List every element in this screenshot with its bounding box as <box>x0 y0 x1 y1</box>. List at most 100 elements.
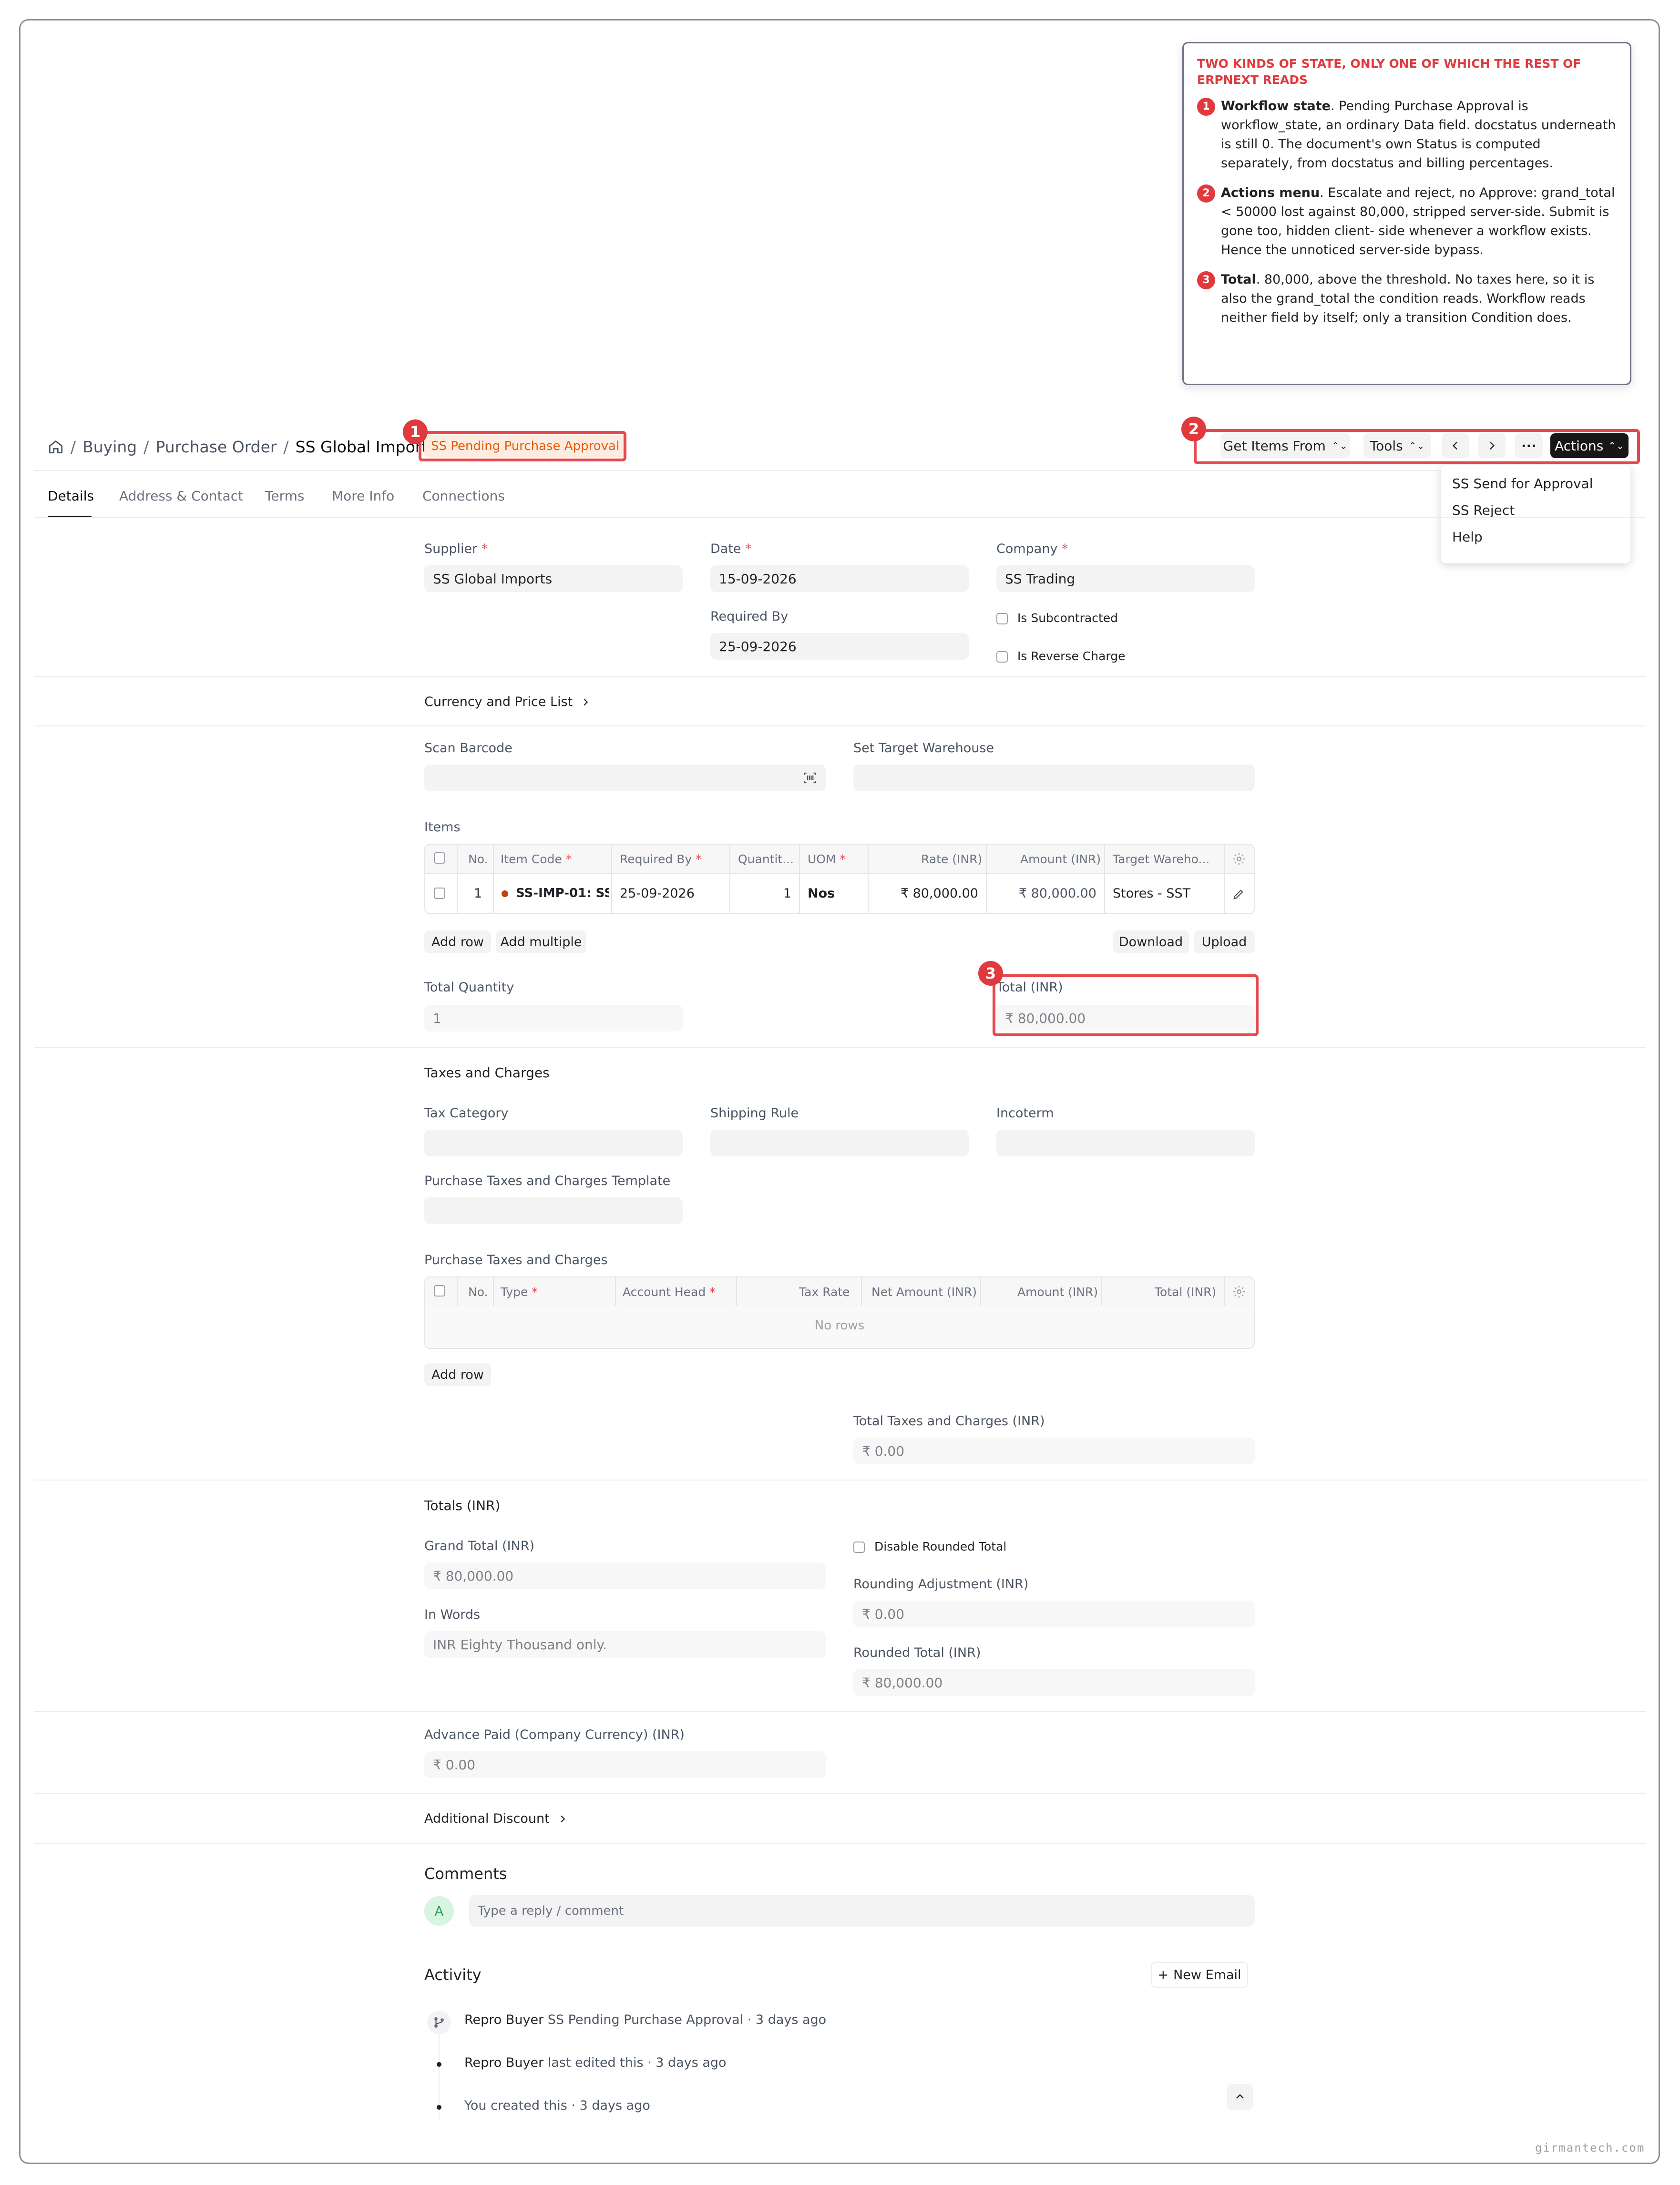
taxes-template-label: Purchase Taxes and Charges Template <box>424 1174 671 1188</box>
tax-col-tax-rate: Tax Rate <box>799 1285 850 1299</box>
home-icon[interactable] <box>48 439 64 455</box>
upload-button[interactable]: Upload <box>1194 930 1255 953</box>
col-quantity: Quantit... <box>738 852 794 866</box>
rounding-adjustment-field: ₹ 0.00 <box>853 1601 1255 1627</box>
chevron-right-icon <box>584 698 588 705</box>
company-field[interactable]: SS Trading <box>996 565 1255 592</box>
note-item-2: 2 Actions menu. Escalate and reject, no … <box>1197 184 1617 260</box>
watermark: girmantech.com <box>1535 2141 1645 2154</box>
row-rate[interactable]: ₹ 80,000.00 <box>868 883 978 904</box>
disable-rounded-total-checkbox[interactable] <box>853 1542 865 1553</box>
section-divider <box>34 1047 1646 1048</box>
col-sep <box>611 844 612 914</box>
tab-address-contact[interactable]: Address & Contact <box>119 488 243 504</box>
highlight-2 <box>1194 429 1640 464</box>
tax-category-input[interactable] <box>424 1130 683 1156</box>
col-sep <box>493 844 494 914</box>
comment-input[interactable]: Type a reply / comment <box>469 1895 1255 1927</box>
add-multiple-button[interactable]: Add multiple <box>496 930 586 953</box>
select-all-items-checkbox[interactable] <box>434 852 445 864</box>
row-warehouse[interactable]: Stores - SST <box>1113 883 1190 904</box>
currency-price-list-section[interactable]: Currency and Price List <box>424 694 591 709</box>
taxes-add-row-button[interactable]: Add row <box>424 1363 491 1386</box>
col-target-warehouse: Target Wareho... <box>1113 852 1210 866</box>
is-subcontracted-checkbox[interactable] <box>996 613 1008 624</box>
tab-details[interactable]: Details <box>48 488 94 504</box>
scroll-to-top-button[interactable] <box>1227 2084 1253 2110</box>
col-sep <box>457 1276 458 1306</box>
menu-item-help[interactable]: Help <box>1441 523 1630 550</box>
company-label: Company * <box>996 541 1068 556</box>
grand-total-label: Grand Total (INR) <box>424 1539 535 1553</box>
rounded-total-field: ₹ 80,000.00 <box>853 1669 1255 1696</box>
row-quantity[interactable]: 1 <box>729 883 791 904</box>
activity-title: Activity <box>424 1966 481 1984</box>
required-by-label: Required By <box>710 609 789 624</box>
col-sep <box>1104 844 1105 914</box>
total-quantity-field: 1 <box>424 1005 683 1031</box>
breadcrumb: / Buying / Purchase Order / SS Global Im… <box>48 434 436 459</box>
additional-discount-section[interactable]: Additional Discount <box>424 1811 568 1826</box>
note-badge-3: 3 <box>1197 271 1215 289</box>
shipping-rule-label: Shipping Rule <box>710 1106 799 1121</box>
settings-gear-icon[interactable] <box>1232 852 1246 868</box>
advance-paid-field: ₹ 0.00 <box>424 1751 826 1778</box>
scan-barcode-label: Scan Barcode <box>424 741 512 756</box>
tab-connections[interactable]: Connections <box>422 488 505 504</box>
col-amount: Amount (INR) <box>1020 852 1101 866</box>
grand-total-field: ₹ 80,000.00 <box>424 1562 826 1589</box>
download-button[interactable]: Download <box>1113 930 1189 953</box>
breadcrumb-separator: / <box>143 437 149 456</box>
totals-section-title: Totals (INR) <box>424 1498 501 1513</box>
activity-dot <box>437 2062 441 2067</box>
incoterm-input[interactable] <box>996 1130 1255 1156</box>
date-field[interactable]: 15-09-2026 <box>710 565 969 592</box>
shipping-rule-input[interactable] <box>710 1130 969 1156</box>
tax-category-label: Tax Category <box>424 1106 509 1121</box>
note-item-3: 3 Total. 80,000, above the threshold. No… <box>1197 270 1617 327</box>
settings-gear-icon[interactable] <box>1232 1285 1246 1301</box>
breadcrumb-buying[interactable]: Buying <box>82 438 137 456</box>
row-item-code[interactable]: SS-IMP-01: SS <box>516 883 609 904</box>
barcode-scan-icon[interactable] <box>803 771 817 785</box>
header-divider <box>34 470 1441 471</box>
supplier-field[interactable]: SS Global Imports <box>424 565 683 592</box>
breadcrumb-separator: / <box>71 437 76 456</box>
taxes-section-title: Taxes and Charges <box>424 1065 550 1081</box>
is-reverse-charge-checkbox[interactable] <box>996 651 1008 663</box>
comments-title: Comments <box>424 1865 507 1883</box>
taxes-template-input[interactable] <box>424 1197 683 1224</box>
scan-barcode-input[interactable] <box>424 765 826 791</box>
annotation-badge-1: 1 <box>403 419 428 444</box>
row-required-by[interactable]: 25-09-2026 <box>620 883 695 904</box>
in-words-label: In Words <box>424 1607 481 1622</box>
tab-terms[interactable]: Terms <box>265 488 304 504</box>
tab-more-info[interactable]: More Info <box>332 488 394 504</box>
tax-col-total: Total (INR) <box>1155 1285 1217 1299</box>
col-sep <box>799 844 800 914</box>
activity-entry: Repro Buyer last edited this · 3 days ag… <box>464 2055 727 2070</box>
rounded-total-label: Rounded Total (INR) <box>853 1645 981 1660</box>
row-indicator-dot <box>502 890 508 897</box>
set-target-warehouse-input[interactable] <box>853 765 1255 791</box>
new-email-button[interactable]: + New Email <box>1151 1962 1248 1988</box>
menu-item-send-for-approval[interactable]: SS Send for Approval <box>1441 470 1630 497</box>
breadcrumb-separator: / <box>283 437 289 456</box>
total-taxes-field: ₹ 0.00 <box>853 1438 1255 1464</box>
select-all-taxes-checkbox[interactable] <box>434 1285 445 1297</box>
total-taxes-label: Total Taxes and Charges (INR) <box>853 1414 1045 1429</box>
date-label: Date * <box>710 541 752 556</box>
required-by-field[interactable]: 25-09-2026 <box>710 633 969 660</box>
tax-col-amount: Amount (INR) <box>1017 1285 1098 1299</box>
col-sep <box>1101 1276 1102 1306</box>
add-row-button[interactable]: Add row <box>424 930 491 953</box>
section-divider <box>34 676 1646 677</box>
taxes-table-label: Purchase Taxes and Charges <box>424 1253 608 1267</box>
incoterm-label: Incoterm <box>996 1106 1054 1121</box>
breadcrumb-purchase-order[interactable]: Purchase Order <box>155 438 277 456</box>
menu-item-reject[interactable]: SS Reject <box>1441 497 1630 523</box>
row-checkbox[interactable] <box>434 888 445 899</box>
edit-pencil-icon[interactable] <box>1232 888 1245 903</box>
row-uom[interactable]: Nos <box>808 883 835 904</box>
tax-col-type: Type * <box>501 1285 538 1299</box>
